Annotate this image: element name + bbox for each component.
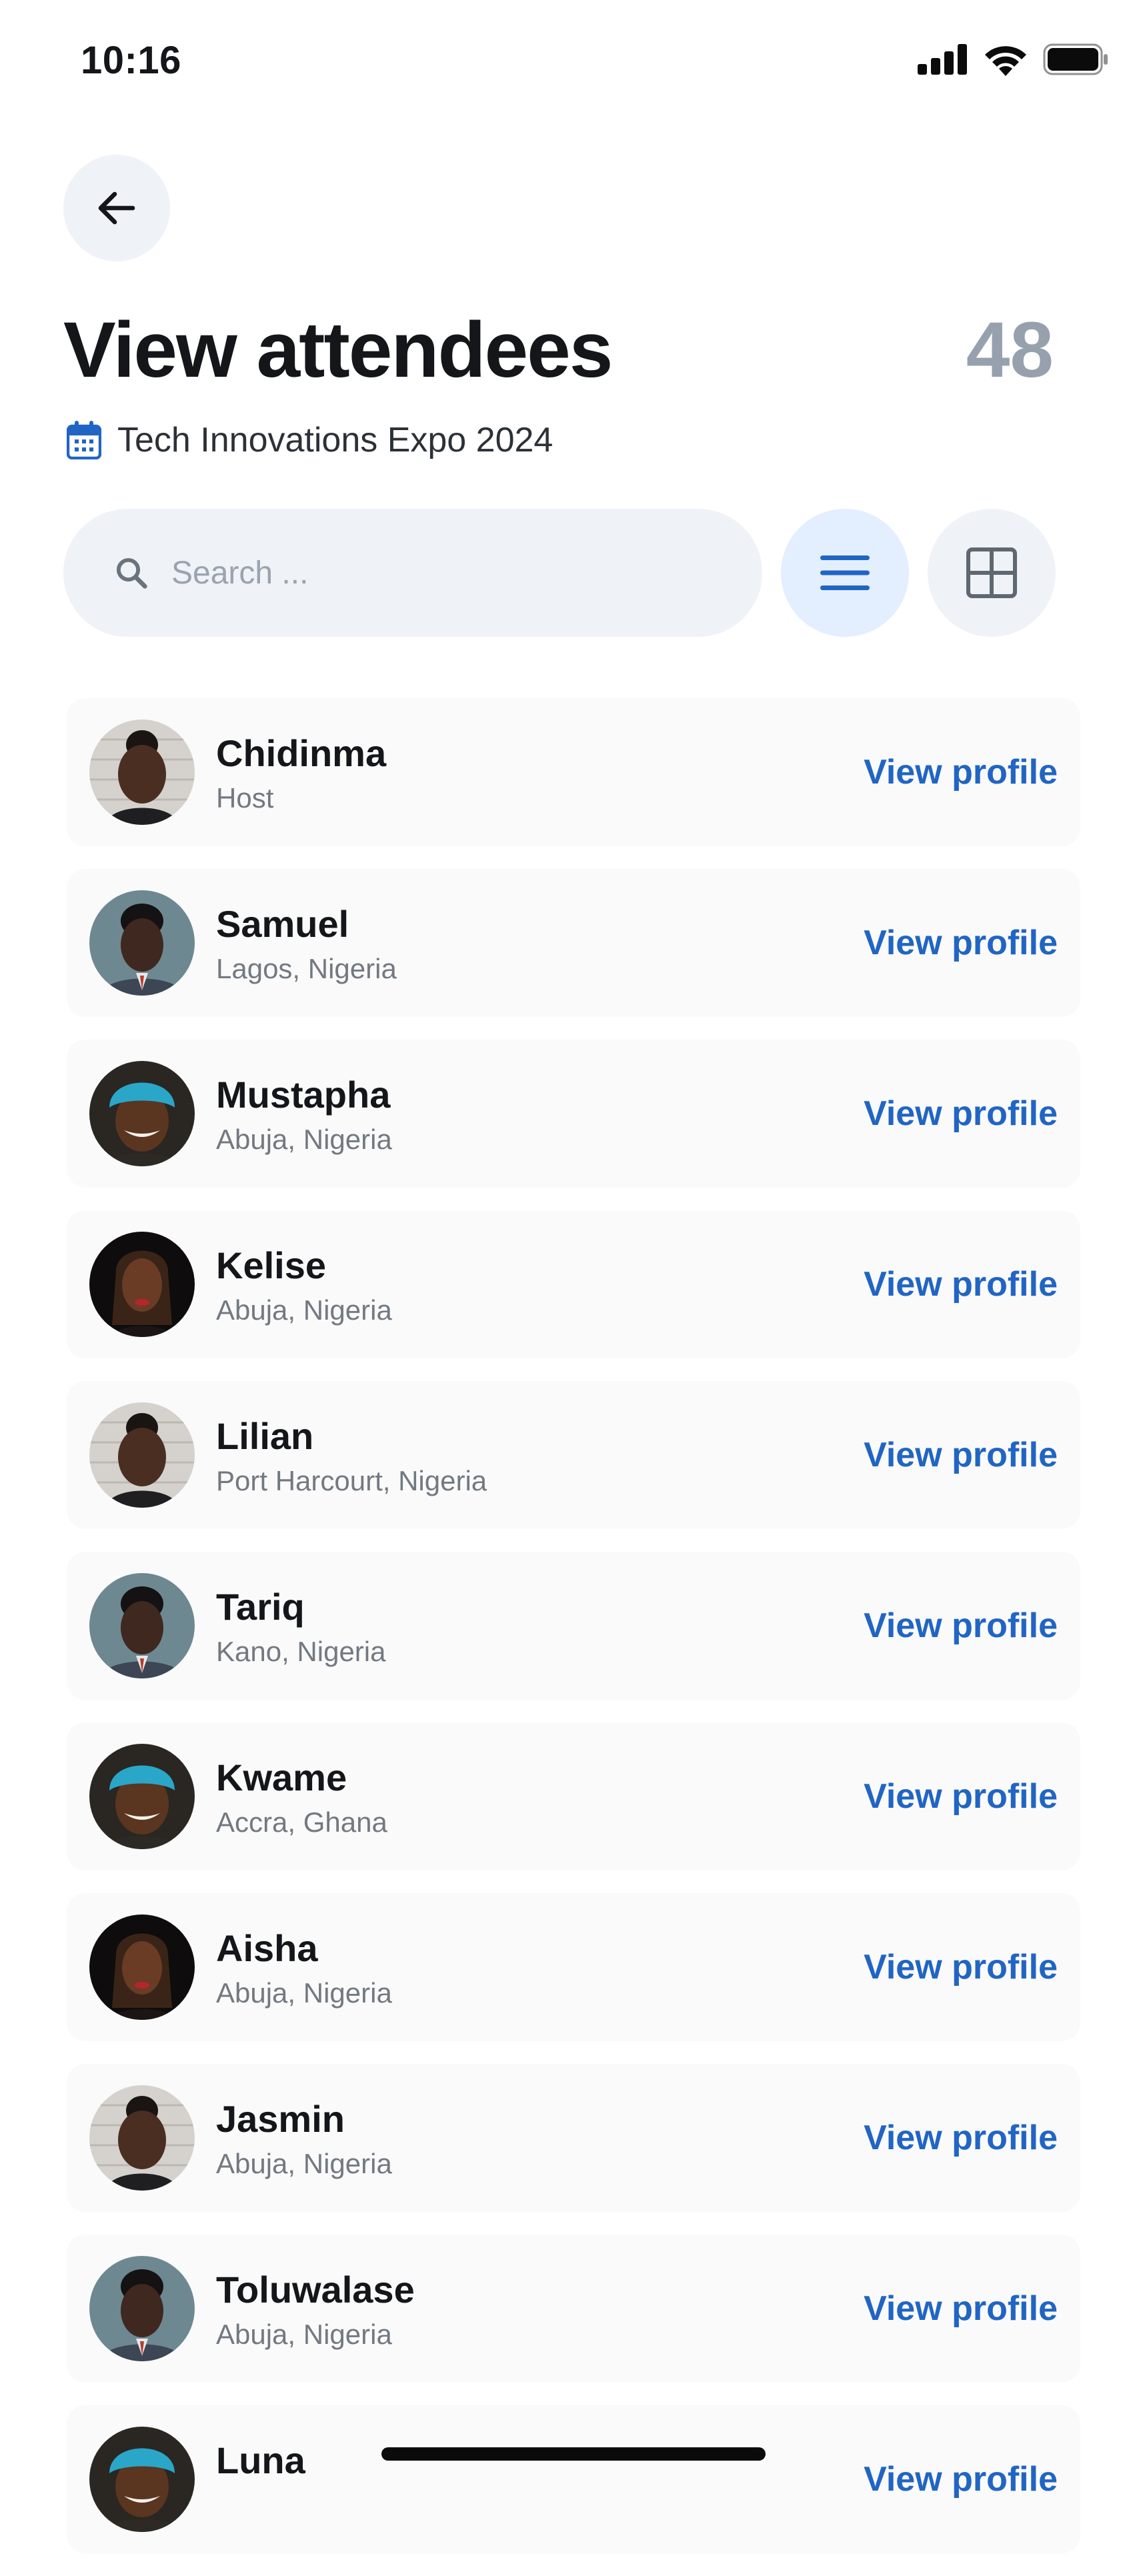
attendee-row: Lilian Port Harcourt, Nigeria View profi… (67, 1381, 1080, 1529)
view-profile-link[interactable]: View profile (864, 2235, 1058, 2383)
attendee-row: Luna View profile (67, 2405, 1080, 2553)
calendar-icon (67, 421, 101, 459)
attendee-subtitle: Abuja, Nigeria (216, 2319, 392, 2350)
avatar (89, 2427, 195, 2532)
avatar (89, 1744, 195, 1849)
attendee-subtitle: Abuja, Nigeria (216, 1294, 392, 1326)
avatar (89, 720, 195, 825)
attendee-name: Lilian (216, 1415, 314, 1457)
home-indicator (381, 2447, 766, 2461)
attendee-subtitle: Abuja, Nigeria (216, 1124, 392, 1155)
page-title: View attendees (63, 306, 613, 394)
back-button[interactable] (63, 155, 170, 261)
avatar (89, 890, 195, 996)
attendee-name: Toluwalase (216, 2269, 415, 2311)
search-icon (111, 553, 151, 593)
status-icons (918, 43, 1108, 76)
attendee-row: Samuel Lagos, Nigeria View profile (67, 869, 1080, 1017)
attendee-list: Chidinma Host View profile Samuel Lagos,… (67, 698, 1080, 2576)
attendee-name: Tariq (216, 1586, 305, 1628)
attendee-subtitle: Port Harcourt, Nigeria (216, 1465, 487, 1496)
event-label: Tech Innovations Expo 2024 (67, 420, 553, 460)
attendee-name: Jasmin (216, 2098, 345, 2140)
list-view-button[interactable] (781, 509, 909, 637)
grid-icon (966, 547, 1017, 598)
avatar (89, 2256, 195, 2361)
attendee-name: Mustapha (216, 1074, 391, 1116)
view-profile-link[interactable]: View profile (864, 1381, 1058, 1529)
view-profile-link[interactable]: View profile (864, 1893, 1058, 2041)
search-bar[interactable] (63, 509, 762, 637)
attendee-name: Chidinma (216, 732, 387, 774)
event-name: Tech Innovations Expo 2024 (117, 421, 553, 459)
avatar (89, 1232, 195, 1337)
view-profile-link[interactable]: View profile (864, 1722, 1058, 1870)
view-profile-link[interactable]: View profile (864, 869, 1058, 1017)
view-profile-link[interactable]: View profile (864, 1210, 1058, 1358)
attendee-row: Mustapha Abuja, Nigeria View profile (67, 1040, 1080, 1188)
attendee-name: Samuel (216, 903, 349, 945)
attendee-row: Chidinma Host View profile (67, 698, 1080, 846)
avatar (89, 1573, 195, 1678)
avatar (89, 1914, 195, 2020)
attendee-row: Kelise Abuja, Nigeria View profile (67, 1210, 1080, 1358)
attendee-row: Tariq Kano, Nigeria View profile (67, 1552, 1080, 1700)
attendee-subtitle: Abuja, Nigeria (216, 2148, 392, 2179)
attendee-subtitle: Accra, Ghana (216, 1806, 387, 1838)
attendee-subtitle: Kano, Nigeria (216, 1636, 386, 1667)
attendee-row: Aisha Abuja, Nigeria View profile (67, 1893, 1080, 2041)
view-profile-link[interactable]: View profile (864, 698, 1058, 846)
search-input[interactable] (170, 553, 706, 592)
attendee-name: Aisha (216, 1927, 318, 1969)
attendee-name: Luna (216, 2439, 305, 2481)
attendee-name: Kelise (216, 1244, 326, 1286)
battery-icon (1043, 43, 1108, 75)
list-icon (820, 555, 870, 590)
wifi-icon (985, 46, 1026, 76)
view-profile-link[interactable]: View profile (864, 1552, 1058, 1700)
grid-view-button[interactable] (928, 509, 1056, 637)
attendee-name: Kwame (216, 1756, 347, 1798)
attendee-count: 48 (966, 306, 1054, 394)
attendee-subtitle: Lagos, Nigeria (216, 953, 397, 984)
view-profile-link[interactable]: View profile (864, 1040, 1058, 1188)
avatar (89, 2085, 195, 2191)
avatar (89, 1061, 195, 1166)
status-time: 10:16 (81, 39, 181, 82)
cellular-signal-icon (918, 44, 967, 75)
view-profile-link[interactable]: View profile (864, 2405, 1058, 2553)
avatar (89, 1402, 195, 1508)
attendee-subtitle: Abuja, Nigeria (216, 1977, 392, 2009)
arrow-left-icon (98, 191, 135, 225)
attendee-row: Toluwalase Abuja, Nigeria View profile (67, 2235, 1080, 2383)
view-profile-link[interactable]: View profile (864, 2064, 1058, 2212)
attendee-row: Kwame Accra, Ghana View profile (67, 1722, 1080, 1870)
attendee-subtitle: Host (216, 782, 274, 814)
attendee-row: Jasmin Abuja, Nigeria View profile (67, 2064, 1080, 2212)
